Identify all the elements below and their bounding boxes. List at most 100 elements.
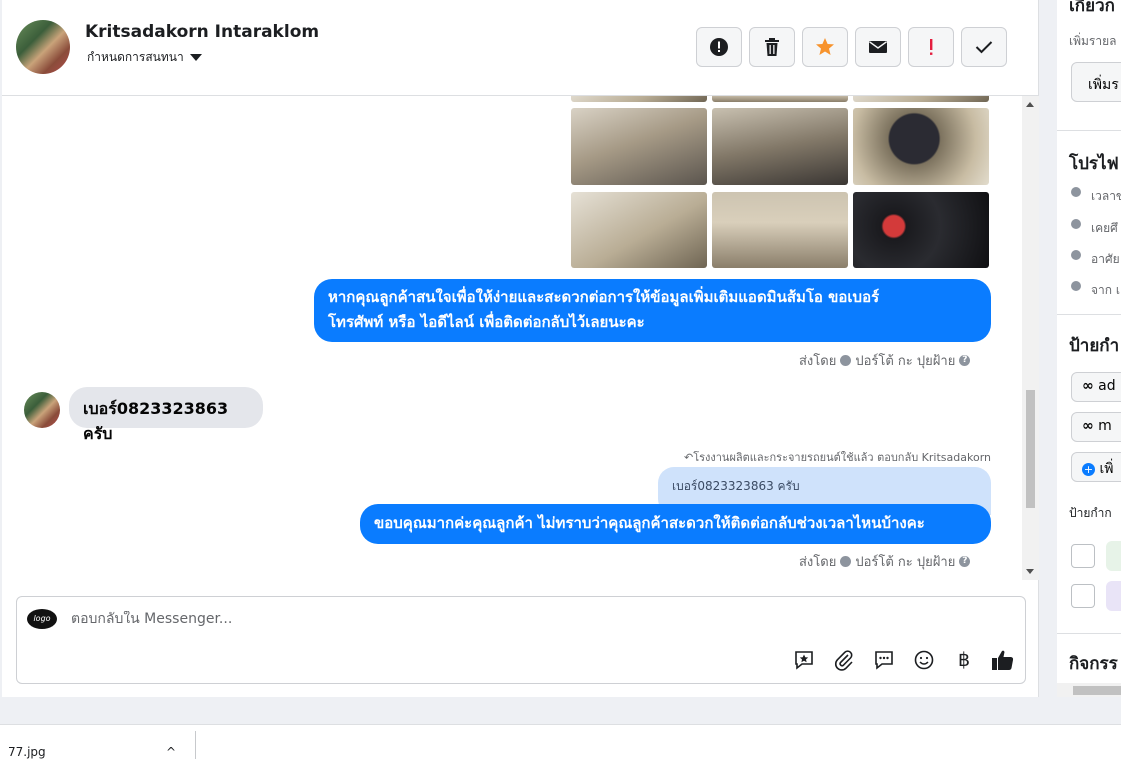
payment-button[interactable]: ฿	[950, 647, 978, 673]
contact-name[interactable]: Kritsadakorn Intaraklom	[85, 22, 319, 42]
reply-context: ↶โรงงานผลิตและกระจายรถยนต์ใช้แล้ว ตอบกลั…	[684, 448, 991, 466]
sender-name: ปอร์โต้ กะ ปุยฝ้าย	[855, 354, 956, 369]
sent-by-label: ส่งโดย	[799, 555, 837, 570]
chat-panel: Kritsadakorn Intaraklom กำหนดการสนทนา หา…	[2, 0, 1039, 697]
car-photo-door-panel[interactable]	[571, 108, 707, 185]
baht-icon: ฿	[957, 649, 971, 671]
scroll-thumb[interactable]	[1026, 390, 1035, 508]
star-button[interactable]	[802, 27, 848, 67]
label-chip[interactable]: ∞ ad	[1071, 372, 1121, 402]
message-text-line: หากคุณลูกค้าสนใจเพื่อให้ง่ายและสะดวกต่อก…	[328, 288, 880, 306]
exclamation-icon	[930, 39, 933, 55]
messages-scrollbar[interactable]	[1022, 96, 1039, 580]
car-photo-partial[interactable]	[712, 96, 848, 102]
sidebar-horizontal-scrollbar[interactable]	[1057, 683, 1121, 697]
incoming-message-bubble[interactable]: เบอร์0823323863 ครับ	[69, 387, 263, 443]
profile-item: เคยศึ	[1091, 221, 1118, 235]
message-text: ขอบคุณมากค่ะคุณลูกค้า ไม่ทราบว่าคุณลูกค้…	[374, 514, 925, 532]
sent-by-label: ส่งโดย	[799, 354, 837, 369]
tag-pill[interactable]	[1106, 581, 1121, 611]
divider	[1057, 314, 1121, 315]
contact-avatar[interactable]	[16, 20, 70, 74]
car-photo-dashboard[interactable]	[712, 108, 848, 185]
contact-avatar-small[interactable]	[24, 392, 60, 428]
question-icon[interactable]: ?	[959, 556, 971, 567]
like-button[interactable]	[989, 647, 1017, 673]
check-icon	[975, 41, 993, 54]
delete-button[interactable]	[749, 27, 795, 67]
scroll-up-icon[interactable]	[1026, 102, 1034, 107]
saved-reply-button[interactable]	[790, 647, 818, 673]
sent-by-info: ส่งโดย ปอร์โต้ กะ ปุยฝ้าย ?	[799, 350, 971, 371]
profile-heading: โปรไฟ	[1069, 154, 1119, 174]
label-chip-text: ad	[1098, 378, 1116, 394]
message-text-line: โทรศัพท์ หรือ ไอดีไลน์ เพื่อติดต่อกลับไว…	[328, 313, 645, 331]
mark-done-button[interactable]	[961, 27, 1007, 67]
caret-down-icon	[189, 54, 202, 61]
saved-reply-icon	[795, 651, 813, 670]
meta-icon: ∞	[1082, 418, 1094, 434]
star-icon	[816, 38, 834, 55]
chat-header: Kritsadakorn Intaraklom กำหนดการสนทนา	[2, 0, 1039, 96]
follow-up-button[interactable]	[908, 27, 954, 67]
meta-badge-icon	[840, 556, 852, 567]
question-icon[interactable]: ?	[959, 355, 971, 366]
tag-pill[interactable]	[1106, 541, 1121, 571]
download-bar: 77.jpg ^	[0, 724, 1121, 759]
outgoing-message-bubble[interactable]: ขอบคุณมากค่ะคุณลูกค้า ไม่ทราบว่าคุณลูกค้…	[360, 504, 991, 544]
thumbs-up-icon	[992, 650, 1014, 670]
divider	[1057, 130, 1121, 131]
assign-conversation-label: กำหนดการสนทนา	[87, 50, 184, 64]
labels-heading: ป้ายกำ	[1069, 336, 1120, 356]
profile-item: อาศัย	[1091, 252, 1120, 266]
reply-arrow-icon: ↶	[683, 451, 694, 464]
download-file-name[interactable]: 77.jpg	[8, 745, 46, 759]
add-label-button[interactable]: + เพิ่	[1071, 452, 1121, 482]
location-pin-icon	[1071, 281, 1081, 291]
envelope-icon	[869, 41, 887, 53]
message-text: เบอร์0823323863 ครับ	[83, 399, 229, 443]
tag-checkbox[interactable]	[1071, 584, 1095, 608]
scroll-thumb[interactable]	[1073, 686, 1121, 695]
location-pin-icon	[1071, 250, 1081, 260]
chevron-up-icon[interactable]: ^	[166, 745, 176, 759]
scroll-down-icon[interactable]	[1026, 569, 1034, 574]
reply-input[interactable]	[71, 611, 671, 627]
add-label-text: เพิ่	[1099, 461, 1114, 477]
add-detail-button[interactable]: เพิ่มร	[1071, 62, 1121, 102]
reply-context-text: โรงงานผลิตและกระจายรถยนต์ใช้แล้ว ตอบกลับ…	[693, 451, 991, 464]
about-heading: เกี่ยวก	[1069, 0, 1115, 16]
assign-conversation-button[interactable]: กำหนดการสนทนา	[87, 48, 202, 67]
message-template-button[interactable]	[870, 647, 898, 673]
report-spam-button[interactable]	[696, 27, 742, 67]
trash-icon	[765, 38, 779, 56]
car-photo-front-seat[interactable]	[571, 192, 707, 268]
car-photo-gauge-cluster[interactable]	[853, 192, 989, 268]
attach-button[interactable]	[830, 647, 858, 673]
plus-circle-icon: +	[1082, 463, 1095, 476]
quoted-message-text: เบอร์0823323863 ครับ	[672, 479, 800, 493]
car-photo-steering-wheel[interactable]	[853, 108, 989, 185]
mark-unread-button[interactable]	[855, 27, 901, 67]
message-thread: หากคุณลูกค้าสนใจเพื่อให้ง่ายและสะดวกต่อก…	[2, 96, 1039, 580]
profile-item: จาก เ	[1091, 283, 1120, 297]
meta-badge-icon	[840, 355, 852, 366]
graduation-cap-icon	[1071, 219, 1081, 229]
label-chip[interactable]: ∞ m	[1071, 412, 1121, 442]
divider	[195, 731, 196, 759]
tag-checkbox[interactable]	[1071, 544, 1095, 568]
add-detail-label: เพิ่มรายล	[1069, 34, 1117, 48]
sender-name: ปอร์โต้ กะ ปุยฝ้าย	[855, 555, 956, 570]
exclamation-circle-icon	[710, 38, 728, 56]
car-photo-partial[interactable]	[853, 96, 989, 102]
sent-by-info: ส่งโดย ปอร์โต้ กะ ปุยฝ้าย ?	[799, 551, 971, 572]
car-photo-rear-seat[interactable]	[712, 192, 848, 268]
emoji-button[interactable]	[910, 647, 938, 673]
car-photo-partial[interactable]	[571, 96, 707, 102]
meta-icon: ∞	[1082, 378, 1094, 394]
tags-heading: ป้ายกำก	[1069, 506, 1112, 520]
outgoing-message-bubble[interactable]: หากคุณลูกค้าสนใจเพื่อให้ง่ายและสะดวกต่อก…	[314, 279, 991, 342]
label-chip-text: m	[1098, 418, 1112, 434]
chat-bubble-icon	[875, 651, 893, 670]
clock-icon	[1071, 187, 1081, 197]
